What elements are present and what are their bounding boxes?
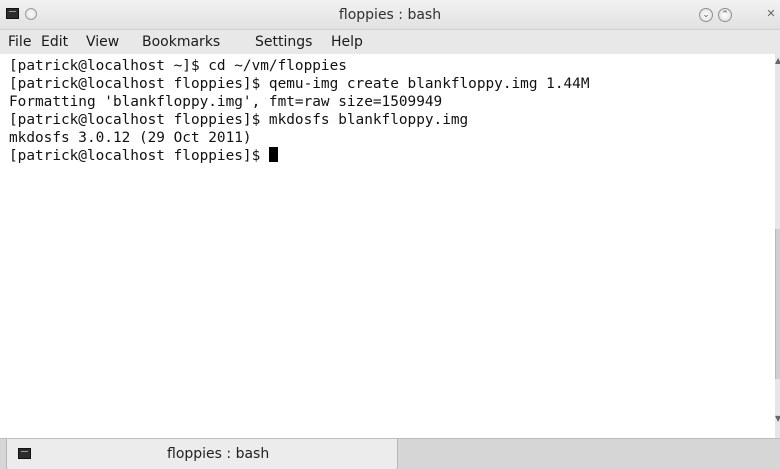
scroll-up-icon[interactable]: ▲: [775, 56, 780, 66]
menu-view[interactable]: View: [86, 34, 119, 50]
terminal-output[interactable]: [patrick@localhost ~]$ cd ~/vm/floppies …: [0, 54, 775, 438]
maximize-icon[interactable]: ⌃: [718, 8, 732, 22]
vertical-scrollbar[interactable]: ▲ ▼: [775, 54, 780, 438]
terminal-line: Formatting 'blankfloppy.img', fmt=raw si…: [9, 94, 443, 110]
tab-label: floppies : bash: [167, 446, 270, 462]
menu-file[interactable]: File: [8, 34, 31, 50]
menu-edit[interactable]: Edit: [41, 34, 68, 50]
terminal-line: mkdosfs 3.0.12 (29 Oct 2011): [9, 130, 252, 146]
menu-bookmarks[interactable]: Bookmarks: [142, 34, 220, 50]
close-icon[interactable]: ✕: [764, 8, 778, 22]
terminal-icon: [18, 448, 31, 459]
terminal-line: [patrick@localhost floppies]$ mkdosfs bl…: [9, 112, 469, 128]
menu-bar: File Edit View Bookmarks Settings Help: [0, 30, 780, 54]
title-bar[interactable]: floppies : bash ⌄ ⌃ ✕: [0, 0, 780, 30]
tab-bar: floppies : bash: [0, 438, 780, 469]
window-title: floppies : bash: [338, 7, 442, 23]
menu-settings[interactable]: Settings: [255, 34, 312, 50]
terminal-line: [patrick@localhost ~]$ cd ~/vm/floppies: [9, 58, 347, 74]
tab-floppies-bash[interactable]: floppies : bash: [6, 439, 398, 469]
prompt-text: [patrick@localhost floppies]$: [9, 148, 269, 164]
minimize-icon[interactable]: ⌄: [699, 8, 713, 22]
prompt-line: [patrick@localhost floppies]$: [9, 147, 278, 165]
menu-help[interactable]: Help: [331, 34, 363, 50]
scroll-thumb[interactable]: [775, 229, 780, 379]
terminal-window: floppies : bash ⌄ ⌃ ✕ File Edit View Boo…: [0, 0, 780, 469]
scroll-down-icon[interactable]: ▼: [775, 414, 780, 424]
terminal-line: [patrick@localhost floppies]$ qemu-img c…: [9, 76, 590, 92]
text-cursor: [268, 147, 278, 162]
